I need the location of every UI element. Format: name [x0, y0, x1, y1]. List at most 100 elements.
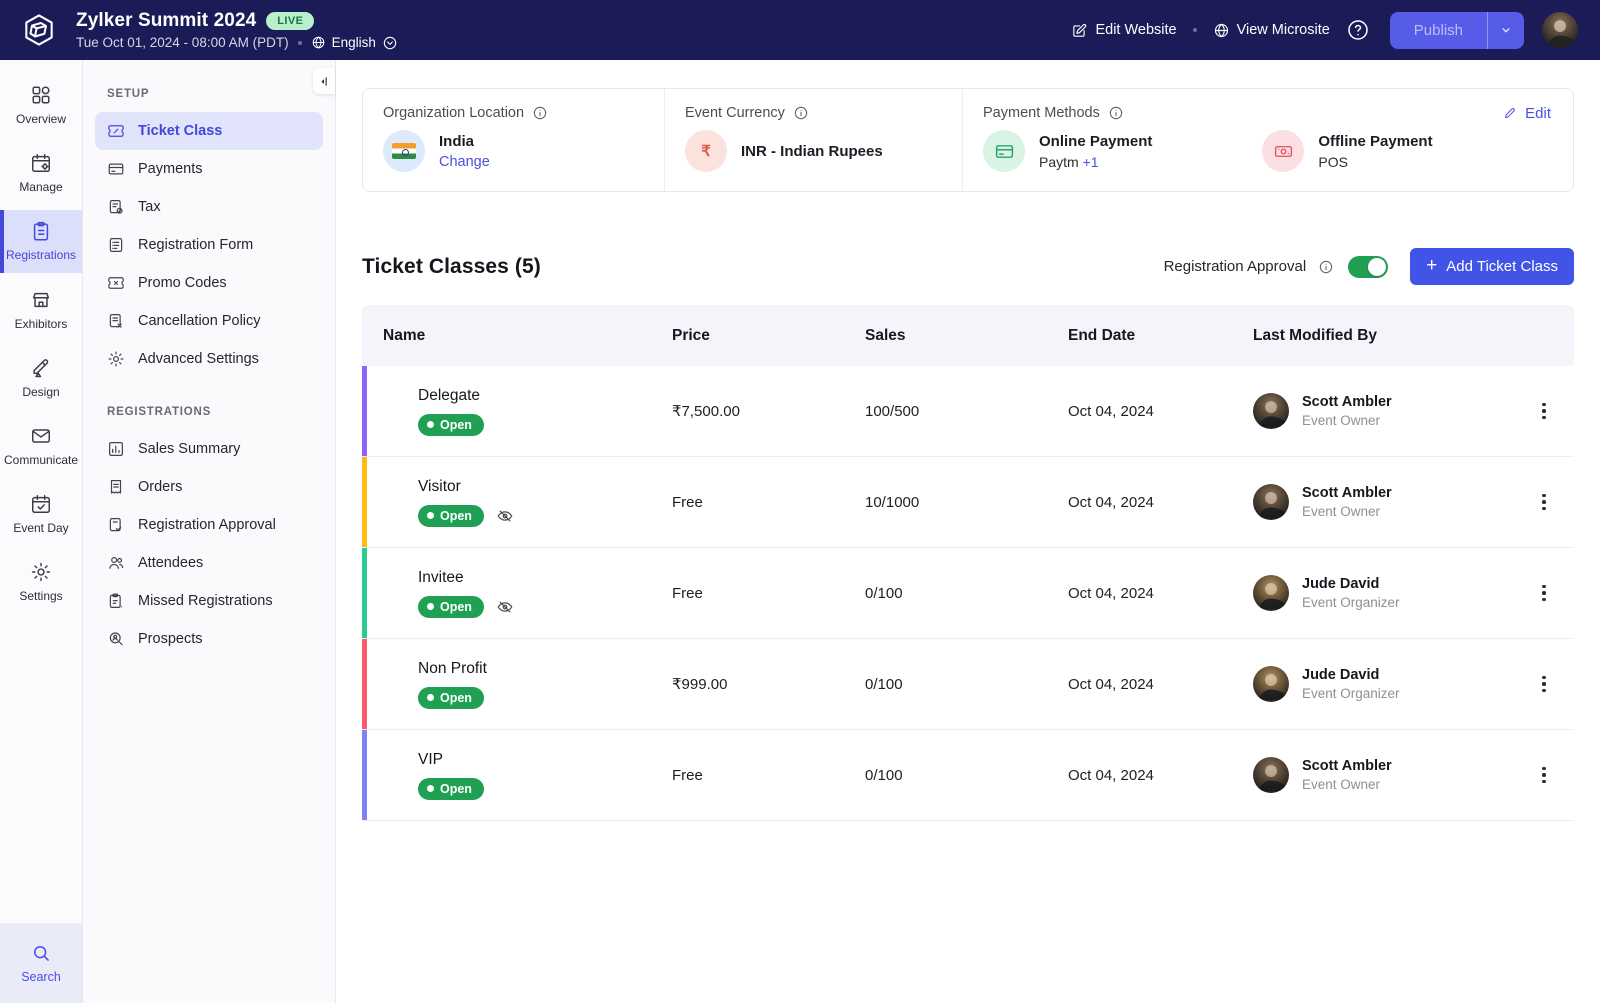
currency-badge: ₹ [685, 130, 727, 172]
submenu-item-promo-codes[interactable]: Promo Codes [95, 264, 323, 302]
sidebar-item-design[interactable]: Design [0, 347, 82, 409]
modified-by-role: Event Owner [1302, 777, 1392, 792]
publish-dropdown-button[interactable] [1488, 12, 1524, 49]
country-name: India [439, 133, 490, 150]
collapse-sidebar-button[interactable] [313, 68, 335, 94]
table-row[interactable]: VIP Open Free 0/100 Oct 04, 2024 Scott A… [362, 730, 1574, 821]
submenu-item-ticket-class[interactable]: Ticket Class [95, 112, 323, 150]
view-microsite-button[interactable]: View Microsite [1213, 22, 1330, 39]
submenu-item-attendees[interactable]: Attendees [95, 544, 323, 582]
modified-by-name: Jude David [1302, 576, 1400, 592]
ticket-name: Visitor [418, 478, 672, 496]
cancel-document-icon [107, 312, 125, 330]
topbar: Zylker Summit 2024 LIVE Tue Oct 01, 2024… [0, 0, 1600, 60]
user-avatar[interactable] [1542, 12, 1578, 48]
publish-button[interactable]: Publish [1390, 12, 1488, 49]
sidebar-item-overview[interactable]: Overview [0, 74, 82, 136]
submenu-item-payments[interactable]: Payments [95, 150, 323, 188]
info-icon[interactable] [1318, 259, 1334, 275]
table-row[interactable]: Visitor Open Free 10/1000 Oct 04, 2024 S… [362, 457, 1574, 548]
info-icon[interactable] [532, 105, 548, 121]
submenu-item-label: Tax [138, 199, 161, 215]
sidebar-item-exhibitors[interactable]: Exhibitors [0, 279, 82, 341]
edit-website-button[interactable]: Edit Website [1071, 22, 1176, 39]
ticket-sales: 100/500 [865, 403, 1068, 420]
view-microsite-label: View Microsite [1237, 22, 1330, 38]
table-row[interactable]: Delegate Open ₹7,500.00 100/500 Oct 04, … [362, 366, 1574, 457]
submenu-item-registration-form[interactable]: Registration Form [95, 226, 323, 264]
row-menu-button[interactable] [1536, 670, 1552, 699]
info-icon[interactable] [793, 105, 809, 121]
status-badge[interactable]: Open [418, 596, 484, 618]
sidebar-item-communicate[interactable]: Communicate [0, 415, 82, 477]
column-header-name: Name [362, 327, 672, 345]
submenu-item-prospects[interactable]: Prospects [95, 620, 323, 658]
person-silhouette-icon [1253, 666, 1289, 702]
booth-icon [30, 289, 52, 311]
page-title: Ticket Classes (5) [362, 255, 541, 279]
registration-approval-toggle[interactable] [1348, 256, 1388, 278]
status-badge[interactable]: Open [418, 687, 484, 709]
promo-ticket-icon [107, 274, 125, 292]
sidebar-item-manage[interactable]: Manage [0, 142, 82, 204]
pen-icon [30, 357, 52, 379]
table-row[interactable]: Invitee Open Free 0/100 Oct 04, 2024 Jud… [362, 548, 1574, 639]
info-icon[interactable] [1108, 105, 1124, 121]
help-icon[interactable] [1346, 18, 1370, 42]
submenu-item-advanced-settings[interactable]: Advanced Settings [95, 340, 323, 378]
row-menu-button[interactable] [1536, 397, 1552, 426]
status-badge[interactable]: Open [418, 414, 484, 436]
submenu-item-orders[interactable]: Orders [95, 468, 323, 506]
sidebar-item-event-day[interactable]: Event Day [0, 483, 82, 545]
event-currency-section: Event Currency ₹ INR - Indian Rupees [665, 89, 963, 191]
row-menu-button[interactable] [1536, 579, 1552, 608]
ticket-end-date: Oct 04, 2024 [1068, 494, 1253, 511]
submenu-item-cancellation-policy[interactable]: Cancellation Policy [95, 302, 323, 340]
avatar [1253, 393, 1289, 429]
modified-by-name: Jude David [1302, 667, 1400, 683]
event-datetime: Tue Oct 01, 2024 - 08:00 AM (PDT) [76, 35, 289, 50]
people-icon [107, 554, 125, 572]
sidebar-search-button[interactable]: Search [0, 923, 82, 1003]
dot-separator [298, 41, 302, 45]
status-badge[interactable]: Open [418, 778, 484, 800]
ticket-sales: 0/100 [865, 676, 1068, 693]
sidebar-item-label: Event Day [13, 522, 68, 535]
credit-card-icon [994, 141, 1015, 162]
status-badge[interactable]: Open [418, 505, 484, 527]
brand-logo-icon[interactable] [20, 11, 58, 49]
microsite-globe-icon [1213, 22, 1230, 39]
more-providers-link[interactable]: +1 [1083, 154, 1099, 170]
sidebar-item-settings[interactable]: Settings [0, 551, 82, 613]
edit-payment-methods-button[interactable]: Edit [1503, 105, 1551, 122]
table-row[interactable]: Non Profit Open ₹999.00 0/100 Oct 04, 20… [362, 639, 1574, 730]
online-provider: Paytm [1039, 154, 1079, 170]
change-location-link[interactable]: Change [439, 154, 490, 170]
sidebar-item-label: Registrations [6, 249, 76, 262]
event-title-block: Zylker Summit 2024 LIVE Tue Oct 01, 2024… [76, 10, 398, 51]
gear-icon [107, 350, 125, 368]
submenu-section-header: SETUP [107, 88, 311, 100]
dot-separator [1193, 28, 1197, 32]
eye-off-icon[interactable] [496, 598, 514, 616]
submenu-item-registration-approval[interactable]: Registration Approval [95, 506, 323, 544]
online-payment-badge [983, 130, 1025, 172]
edit-website-label: Edit Website [1095, 22, 1176, 38]
offline-payment-badge [1262, 130, 1304, 172]
eye-off-icon[interactable] [496, 507, 514, 525]
sidebar-item-registrations[interactable]: Registrations [0, 210, 82, 272]
row-menu-button[interactable] [1536, 488, 1552, 517]
submenu-item-sales-summary[interactable]: Sales Summary [95, 430, 323, 468]
submenu-item-missed-registrations[interactable]: Missed Registrations [95, 582, 323, 620]
add-ticket-class-button[interactable]: + Add Ticket Class [1410, 248, 1574, 285]
ticket-color-accent [362, 548, 367, 638]
row-menu-button[interactable] [1536, 761, 1552, 790]
submenu-item-label: Advanced Settings [138, 351, 259, 367]
language-selector[interactable]: English [311, 35, 398, 51]
ticket-end-date: Oct 04, 2024 [1068, 676, 1253, 693]
approval-document-icon [107, 516, 125, 534]
person-silhouette-icon [1542, 12, 1578, 48]
submenu-item-tax[interactable]: Tax [95, 188, 323, 226]
ticket-classes-header: Ticket Classes (5) Registration Approval… [362, 248, 1574, 285]
column-header-sales: Sales [865, 327, 1068, 345]
